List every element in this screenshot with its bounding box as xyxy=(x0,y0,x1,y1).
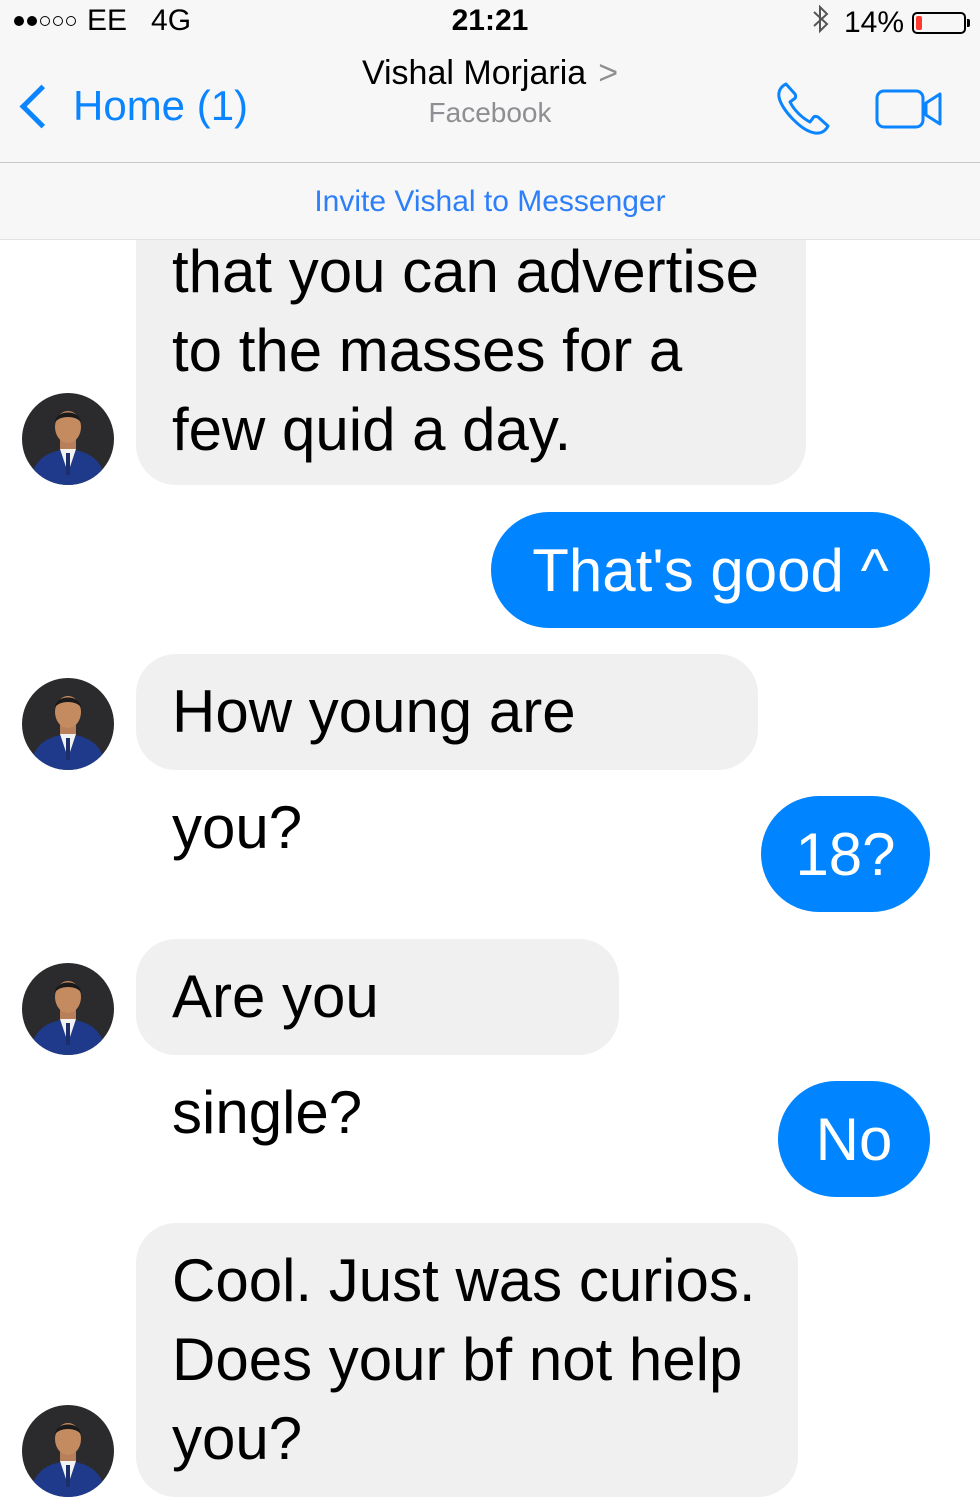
battery-percent: 14% xyxy=(843,6,904,39)
chevron-right-icon: > xyxy=(598,54,619,92)
status-bar: EE 4G 21:21 14% xyxy=(0,0,980,44)
incoming-message[interactable]: that you can advertise to the masses for… xyxy=(136,240,806,485)
outgoing-message[interactable]: No xyxy=(778,1081,930,1197)
message-text: That's good ^ xyxy=(532,536,889,604)
status-right: 14% xyxy=(812,4,970,42)
conversation-header: Home (1) Vishal Morjaria > Facebook xyxy=(0,44,980,163)
message-list[interactable]: that you can advertise to the masses for… xyxy=(0,240,980,1511)
message-line: Cool. Just was curios. xyxy=(172,1247,756,1314)
contact-name: Vishal Morjaria xyxy=(361,54,587,92)
bluetooth-icon xyxy=(812,4,830,42)
message-text: How young are you? xyxy=(172,678,576,861)
battery-icon xyxy=(912,12,970,34)
phone-icon[interactable] xyxy=(772,78,834,140)
message-text: 18? xyxy=(795,820,896,888)
avatar[interactable] xyxy=(22,963,114,1055)
outgoing-message[interactable]: That's good ^ xyxy=(491,512,930,628)
incoming-message[interactable]: Cool. Just was curios. Does your bf not … xyxy=(136,1223,798,1497)
message-text: Are you single? xyxy=(172,963,379,1146)
message-line: Does your bf not help xyxy=(172,1326,743,1393)
avatar[interactable] xyxy=(22,678,114,770)
avatar[interactable] xyxy=(22,393,114,485)
incoming-message[interactable]: Are you single? xyxy=(136,939,619,1146)
incoming-message[interactable]: How young are you? xyxy=(136,654,758,861)
invite-banner[interactable]: Invite Vishal to Messenger xyxy=(0,163,980,240)
message-line: few quid a day. xyxy=(172,396,572,463)
message-line: you? xyxy=(172,1405,303,1472)
message-line: to the masses for a xyxy=(172,317,683,384)
outgoing-message[interactable]: 18? xyxy=(761,796,930,912)
avatar[interactable] xyxy=(22,1405,114,1497)
message-line: that you can advertise xyxy=(172,240,760,305)
video-camera-icon[interactable] xyxy=(874,82,946,136)
message-text: No xyxy=(815,1105,893,1173)
